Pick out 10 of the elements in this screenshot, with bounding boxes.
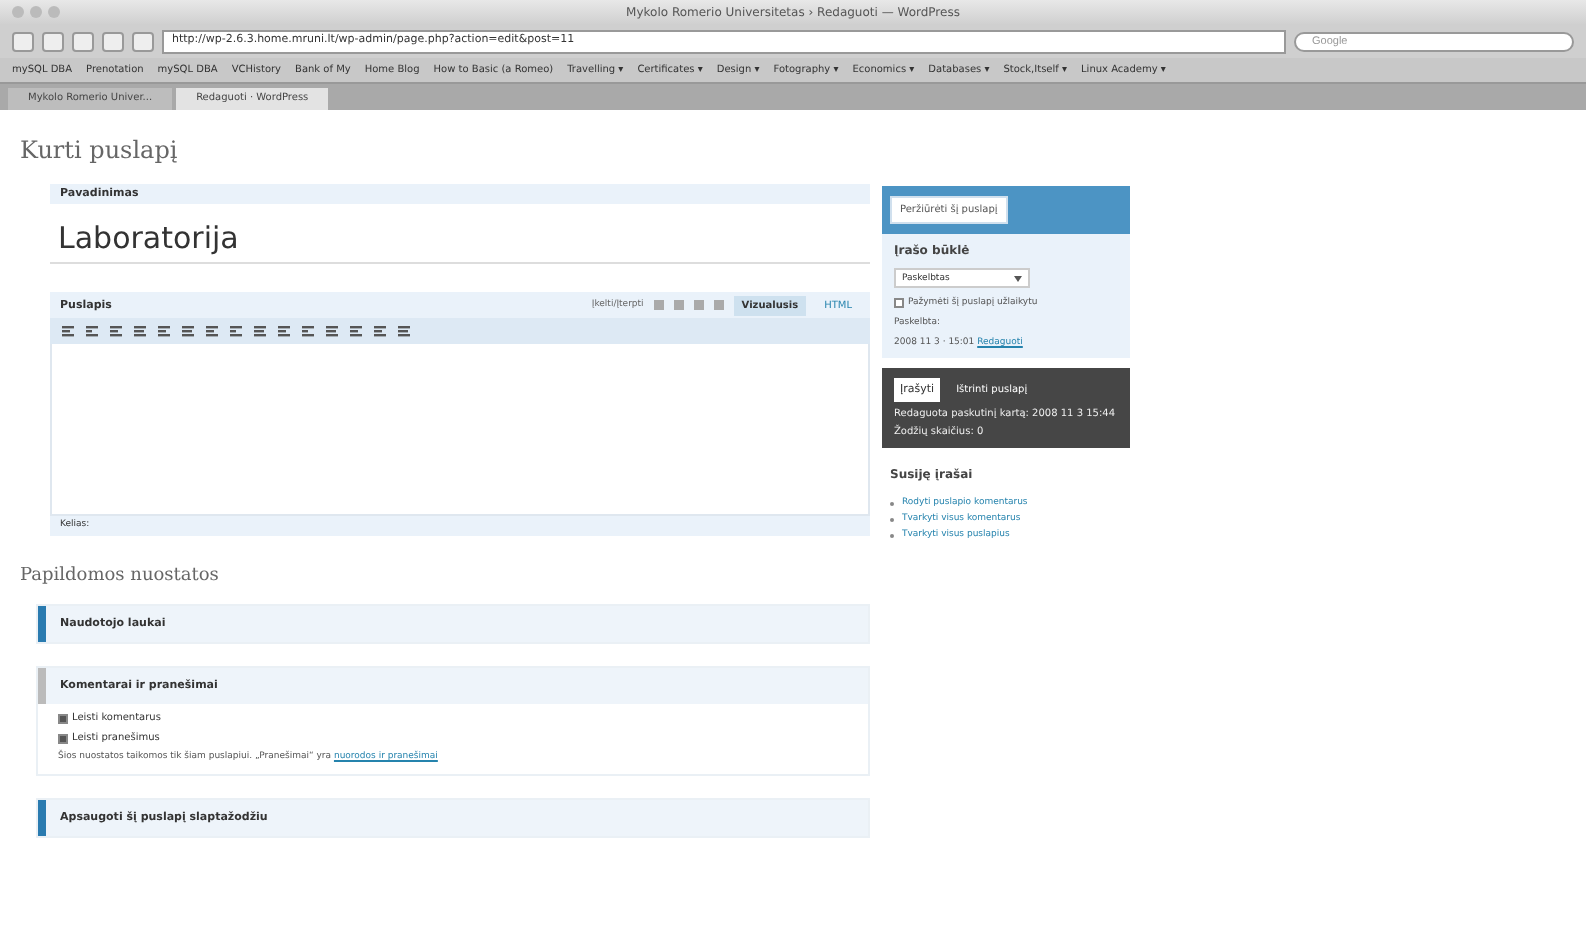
section-heading: Papildomos nuostatos	[20, 566, 221, 586]
checkbox[interactable]	[58, 733, 68, 743]
toggle-handle[interactable]	[38, 606, 46, 642]
checkbox[interactable]	[58, 713, 68, 723]
page-heading: Kurti puslapį	[20, 136, 180, 164]
toggle-handle[interactable]	[38, 668, 46, 704]
checkbox[interactable]	[894, 298, 904, 308]
toggle-handle[interactable]	[38, 800, 46, 836]
title-input[interactable]: Laboratorija	[50, 214, 870, 264]
caret-icon	[1014, 275, 1022, 281]
